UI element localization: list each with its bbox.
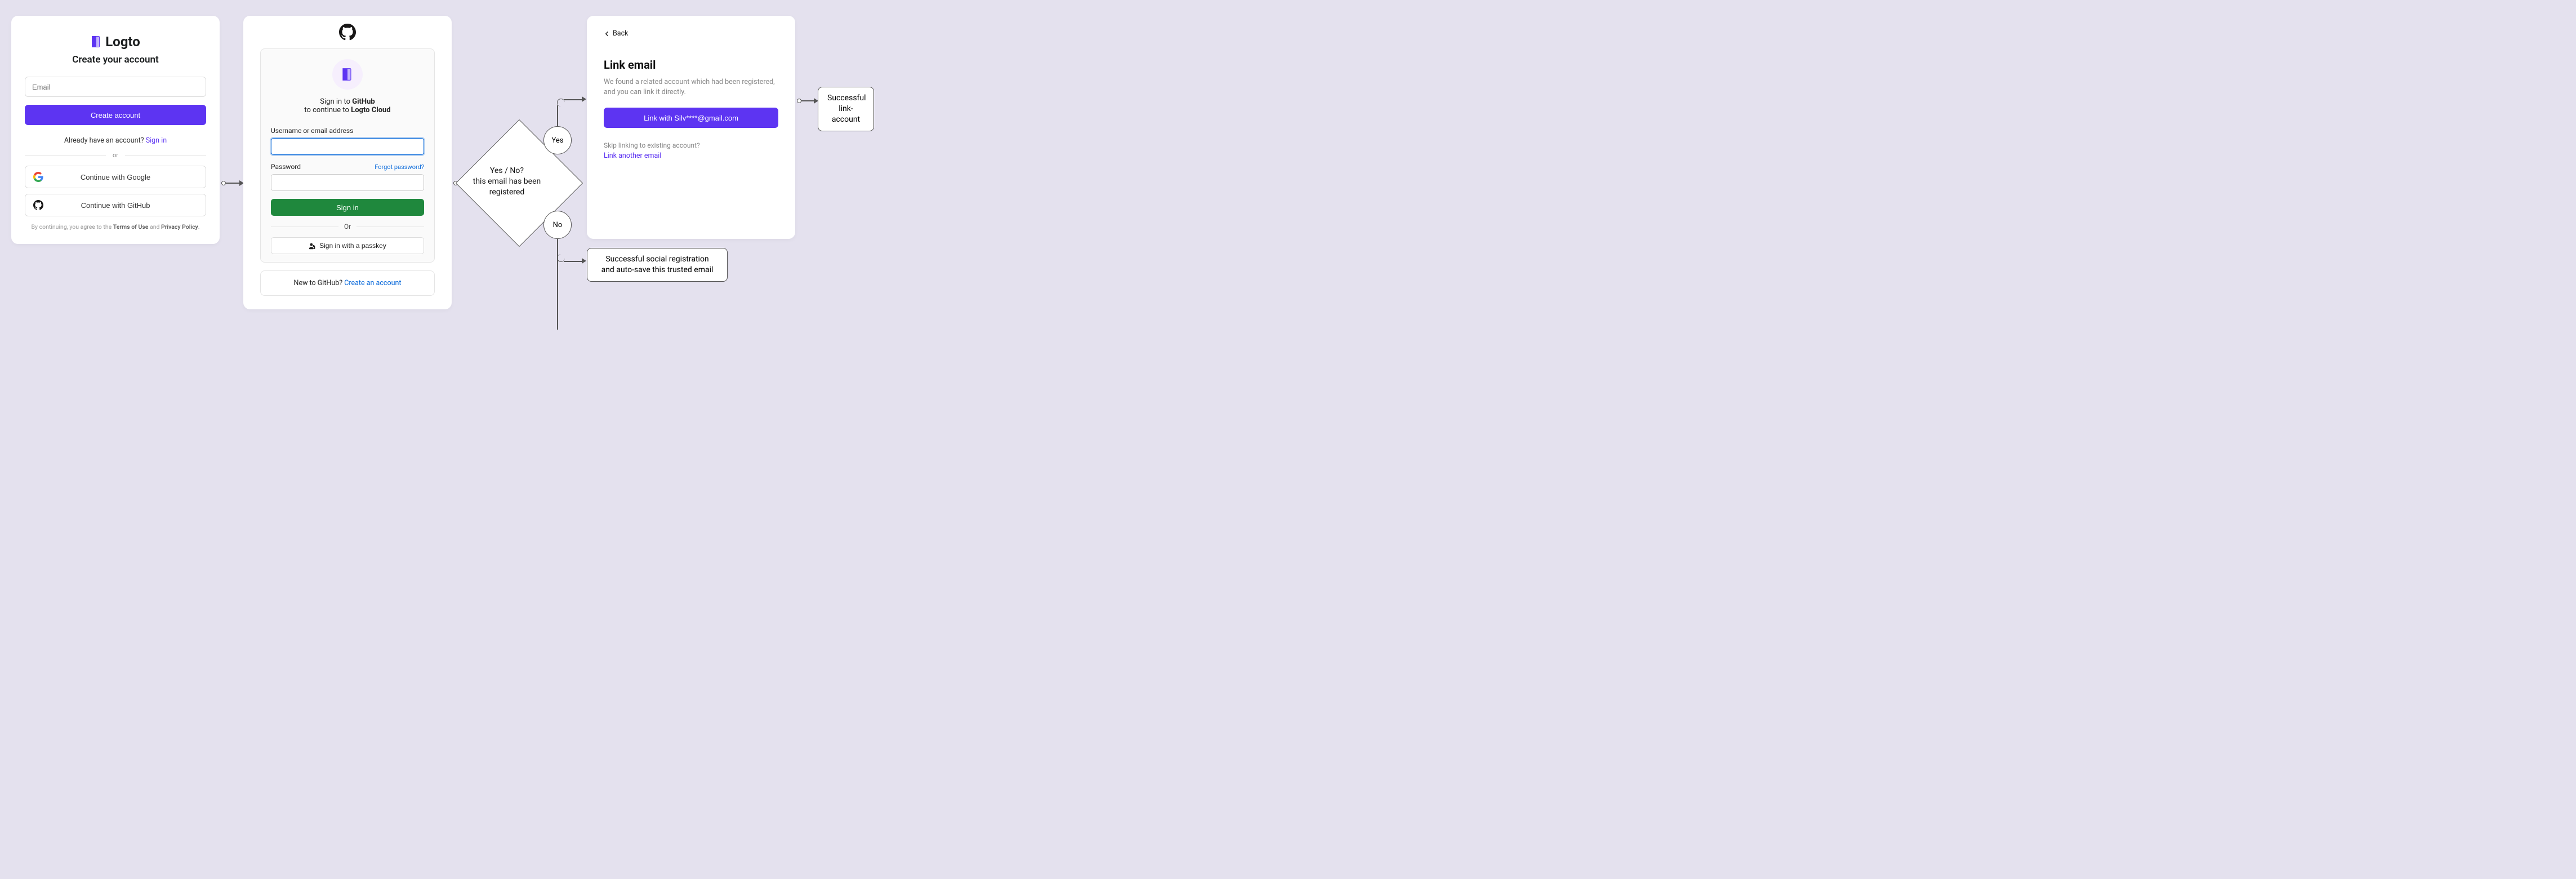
github-signin-title: Sign in to GitHub xyxy=(271,97,424,106)
divider-or: or xyxy=(25,152,206,159)
link-another-email-link[interactable]: Link another email xyxy=(604,152,661,160)
final-result: Successful link-account xyxy=(818,87,874,131)
password-label: Password xyxy=(271,163,301,171)
flow-arrow xyxy=(221,180,244,186)
continue-with-google-button[interactable]: Continue with Google xyxy=(25,166,206,188)
decision-no: No xyxy=(543,211,572,239)
terms-of-use-link[interactable]: Terms of Use xyxy=(113,223,149,230)
password-input[interactable] xyxy=(271,174,424,191)
github-signin-panel: Sign in to GitHub to continue to Logto C… xyxy=(260,48,435,263)
divider-or: Or xyxy=(271,223,424,230)
already-have-account: Already have an account? Sign in xyxy=(25,136,206,145)
create-account-button[interactable]: Create account xyxy=(25,105,206,125)
google-icon xyxy=(33,172,43,182)
flow-arrow xyxy=(797,98,818,104)
terms-text: By continuing, you agree to the Terms of… xyxy=(25,223,206,230)
flow-edge xyxy=(564,261,583,262)
flow-edge xyxy=(557,234,558,330)
logto-logo: Logto xyxy=(25,34,206,50)
chevron-left-icon xyxy=(604,30,610,37)
decision-label: Yes / No? this email has been registered xyxy=(456,166,558,198)
decision-yes: Yes xyxy=(543,126,572,154)
username-label: Username or email address xyxy=(271,127,424,135)
skip-linking-question: Skip linking to existing account? xyxy=(604,141,778,149)
logto-logo-icon xyxy=(341,67,354,82)
github-create-account-link[interactable]: Create an account xyxy=(344,279,401,287)
github-signin-button[interactable]: Sign in xyxy=(271,199,424,216)
flow-edge xyxy=(564,99,583,100)
logto-logo-icon xyxy=(91,35,102,48)
email-field[interactable] xyxy=(25,77,206,97)
back-button[interactable]: Back xyxy=(604,29,778,38)
sign-in-link[interactable]: Sign in xyxy=(146,136,167,145)
passkey-signin-button[interactable]: Sign in with a passkey xyxy=(271,237,424,254)
privacy-policy-link[interactable]: Privacy Policy xyxy=(161,223,198,230)
no-branch-result: Successful social registration and auto-… xyxy=(587,248,728,282)
passkey-icon xyxy=(309,242,316,250)
app-badge xyxy=(332,59,363,90)
arrow-head-icon xyxy=(582,258,586,264)
signup-heading: Create your account xyxy=(25,54,206,65)
arrow-head-icon xyxy=(582,96,586,102)
github-icon xyxy=(33,200,43,210)
link-with-email-button[interactable]: Link with Silv****@gmail.com xyxy=(604,108,778,128)
username-input[interactable] xyxy=(271,138,424,155)
continue-with-github-button[interactable]: Continue with GitHub xyxy=(25,194,206,216)
link-email-title: Link email xyxy=(604,58,778,72)
github-signin-card: Sign in to GitHub to continue to Logto C… xyxy=(243,16,452,309)
brand-name: Logto xyxy=(105,34,140,50)
link-email-card: Back Link email We found a related accou… xyxy=(587,16,795,239)
forgot-password-link[interactable]: Forgot password? xyxy=(375,163,424,171)
link-email-description: We found a related account which had bee… xyxy=(604,77,778,97)
github-continue-to: to continue to Logto Cloud xyxy=(271,106,424,114)
github-create-account-prompt: New to GitHub? Create an account xyxy=(260,270,435,296)
github-logo-icon xyxy=(260,24,435,41)
signup-card: Logto Create your account Create account… xyxy=(11,16,220,244)
